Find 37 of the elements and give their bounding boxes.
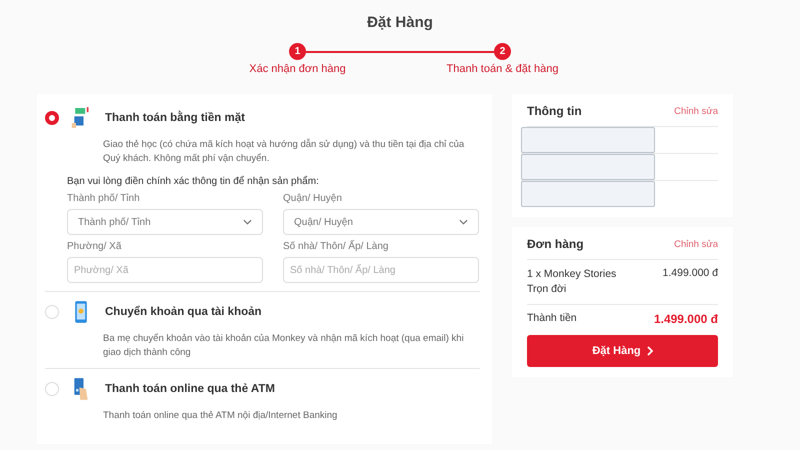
- cash-icon: [71, 106, 91, 130]
- payment-method-description: Ba mẹ chuyển khoản vào tài khoản của Monkey và nhận mã kích hoạt (qua email) khi giao dịch thành công: [103, 332, 465, 360]
- field-label: Quận/ Huyện: [283, 193, 342, 204]
- payment-method-title: Thanh toán online qua thẻ ATM: [105, 383, 275, 395]
- input-field[interactable]: [521, 154, 655, 180]
- form-instruction: Bạn vui lòng điền chính xác thông tin để nhận sản phẩm:: [67, 176, 320, 187]
- input-field[interactable]: [521, 127, 655, 153]
- step-number: 2: [494, 43, 511, 60]
- page-title: Đặt Hàng: [366, 13, 434, 31]
- card-title: Đơn hàng: [527, 237, 584, 251]
- payment-method-description: Giao thẻ học (có chứa mã kích hoạt và hướng dẫn sử dụng) và thu tiền tại địa chỉ của Quý khách. Không mất phí vận chuyển.: [103, 138, 466, 166]
- step-label: Xác nhận đơn hàng: [249, 63, 346, 75]
- payment-method-title: Chuyển khoản qua tài khoản: [105, 306, 262, 318]
- field-label: Thành phố/ Tỉnh: [67, 193, 140, 204]
- card-title: Thông tin: [527, 104, 582, 118]
- input-field[interactable]: [521, 181, 655, 207]
- radio-button[interactable]: [45, 111, 59, 125]
- step-number: 1: [289, 43, 306, 60]
- total-label: Thành tiền: [527, 312, 577, 324]
- step-label: Thanh toán & đặt hàng: [446, 63, 558, 75]
- payment-method-description: Thanh toán online qua thẻ ATM nội địa/Internet Banking: [103, 409, 338, 423]
- input-field[interactable]: Số nhà/ Thôn/ Ấp/ Làng: [283, 257, 479, 283]
- chevron-down-icon: [459, 219, 468, 225]
- edit-link[interactable]: Chỉnh sửa: [674, 106, 718, 116]
- field-label: Phường/ Xã: [67, 241, 122, 252]
- input-field[interactable]: Phường/ Xã: [67, 257, 263, 283]
- dropdown-field[interactable]: Thành phố/ Tỉnh: [67, 209, 263, 235]
- payment-method-title: Thanh toán bằng tiền mặt: [105, 112, 245, 124]
- edit-link[interactable]: Chỉnh sửa: [674, 238, 718, 250]
- product-name: 1 x Monkey Stories Trọn đời: [527, 267, 618, 297]
- chevron-right-icon: [646, 346, 653, 356]
- total-amount: 1.499.000 đ: [654, 312, 718, 326]
- chevron-down-icon: [243, 219, 252, 225]
- field-label: Số nhà/ Thôn/ Ấp/ Làng: [283, 241, 388, 252]
- product-price: 1.499.000 đ: [662, 267, 718, 279]
- dropdown-field[interactable]: Quận/ Huyện: [283, 209, 479, 235]
- order-button[interactable]: Đặt Hàng: [527, 335, 718, 367]
